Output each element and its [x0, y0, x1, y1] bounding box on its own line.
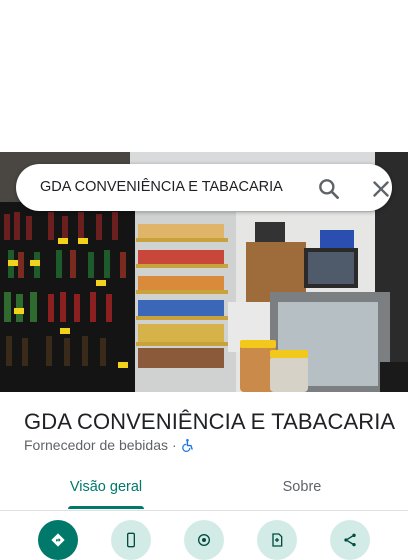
nearby-button[interactable]: [184, 520, 224, 560]
phone-icon: [127, 532, 135, 548]
search-icon[interactable]: [316, 176, 342, 202]
save-icon: [272, 533, 283, 547]
close-icon[interactable]: [368, 176, 394, 202]
share-icon: [344, 533, 356, 547]
directions-icon: [51, 533, 65, 547]
place-title: GDA CONVENIÊNCIA E TABACARIA: [24, 409, 396, 434]
tab-overview[interactable]: Visão geral: [40, 466, 172, 508]
share-button[interactable]: [330, 520, 370, 560]
wheelchair-accessible-icon: [181, 438, 195, 452]
tab-about[interactable]: Sobre: [236, 466, 368, 508]
place-subtitle: Fornecedor de bebidas ·: [24, 437, 195, 453]
search-bar[interactable]: GDA CONVENIÊNCIA E TABACARIA: [16, 164, 392, 211]
call-button[interactable]: [111, 520, 151, 560]
active-tab-indicator: [68, 506, 144, 509]
place-tabs: Visão geral Sobre: [0, 466, 408, 511]
action-buttons-row: [0, 520, 408, 560]
directions-button[interactable]: [38, 520, 78, 560]
separator-dot: ·: [172, 437, 177, 453]
save-button[interactable]: [257, 520, 297, 560]
place-category: Fornecedor de bebidas: [24, 437, 168, 453]
search-input[interactable]: GDA CONVENIÊNCIA E TABACARIA: [40, 179, 283, 195]
nearby-icon: [198, 534, 210, 546]
